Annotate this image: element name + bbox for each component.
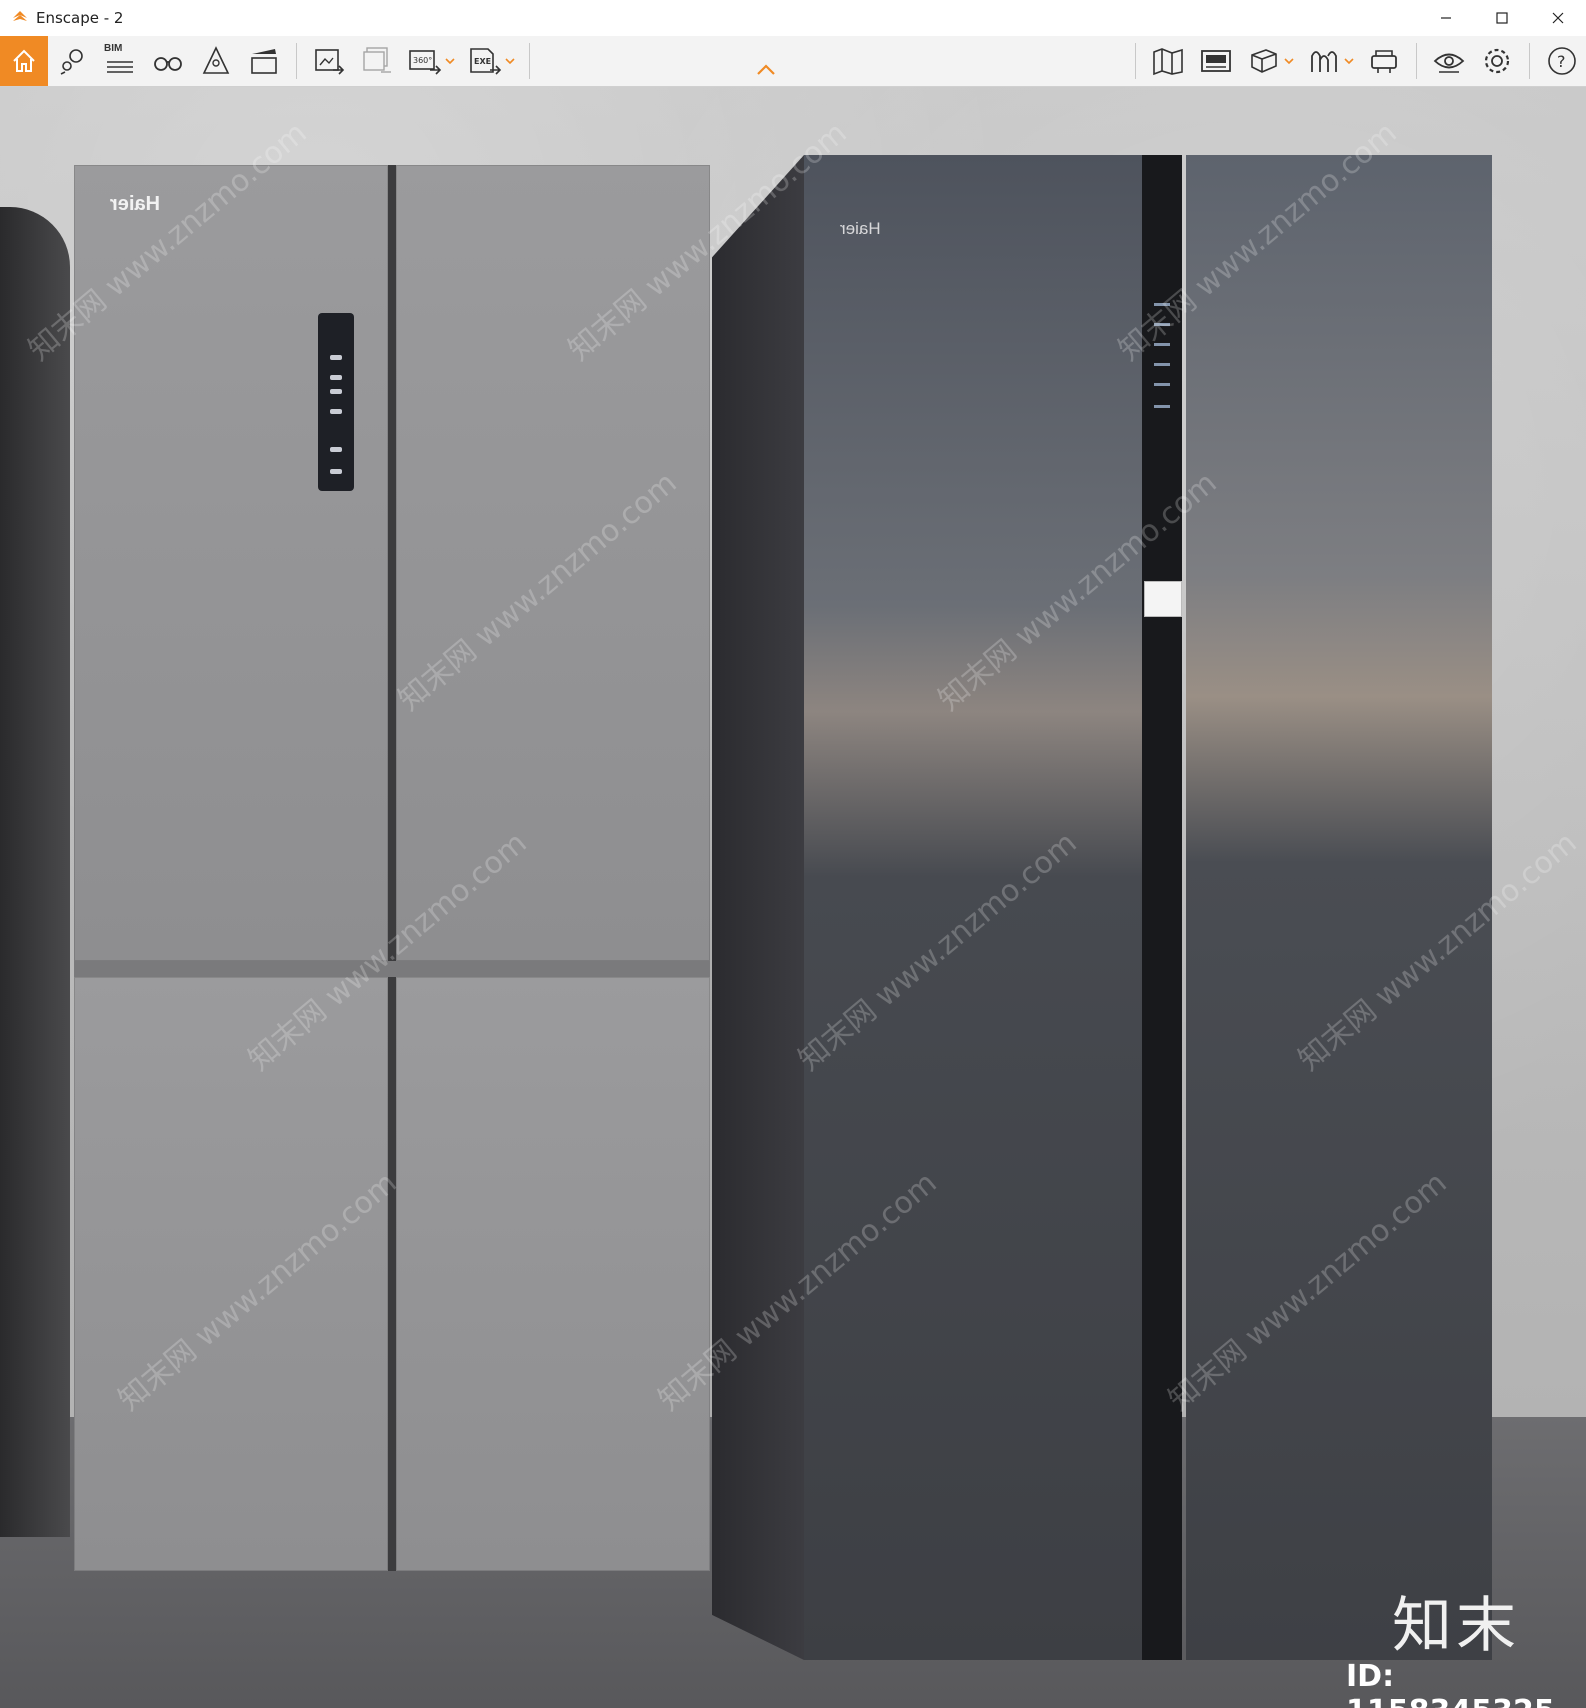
bim-label: BIM [104, 43, 123, 54]
asset-library-icon [202, 46, 230, 74]
view-panel-icon [1201, 50, 1231, 72]
settings-button[interactable] [1475, 39, 1519, 83]
panel-indicator [330, 375, 342, 380]
bim-button[interactable]: BIM [98, 39, 142, 83]
help-icon: ? [1548, 47, 1576, 75]
toolbar-separator [1529, 43, 1530, 79]
home-icon [13, 49, 35, 72]
views-button[interactable] [50, 39, 94, 83]
fridge-door-bottom-left [74, 977, 388, 1571]
left-object-shadow [0, 207, 70, 1537]
title-bar: Enscape - 2 [0, 0, 1586, 36]
home-button[interactable] [0, 36, 48, 86]
panel-indicator [1154, 323, 1170, 326]
exe-export-button[interactable]: EXE [463, 39, 507, 83]
window-controls [1418, 0, 1586, 36]
exe-export-icon: EXE [470, 48, 502, 75]
panel-indicator [330, 389, 342, 394]
fridge-control-panel [1148, 283, 1176, 423]
map-icon [1153, 48, 1183, 76]
window-title: Enscape - 2 [36, 9, 124, 27]
panorama-button[interactable]: 360° [403, 39, 447, 83]
svg-text:360°: 360° [413, 56, 432, 65]
close-button[interactable] [1530, 0, 1586, 36]
cube-icon [1251, 49, 1277, 73]
views-panel-button[interactable] [1194, 39, 1238, 83]
clapperboard-icon [251, 49, 277, 74]
material-icon [1311, 51, 1337, 72]
fridge-door-top-left [74, 165, 388, 961]
assets-button[interactable] [194, 39, 238, 83]
map-button[interactable] [1146, 39, 1190, 83]
fridge-door-bottom-right [396, 977, 710, 1571]
minimize-icon [1441, 17, 1451, 19]
fridge-side-panel [712, 155, 804, 1660]
panel-indicator [330, 447, 342, 452]
panel-indicator [330, 469, 342, 474]
energy-label-sticker [1144, 581, 1182, 617]
image-id-label: ID: 1158345325 [1346, 1659, 1555, 1708]
door-gap-horizontal [74, 961, 710, 977]
map-pin-icon [60, 49, 83, 75]
panel-indicator [1154, 303, 1170, 306]
door-gap-vertical [388, 165, 396, 1571]
binoculars-button[interactable] [146, 39, 190, 83]
panel-indicator [330, 409, 342, 414]
batch-export-button[interactable] [355, 39, 399, 83]
toolbar-separator [529, 43, 530, 79]
panel-indicator [1154, 343, 1170, 346]
panel-indicator [330, 355, 342, 360]
visual-settings-button[interactable] [1427, 39, 1471, 83]
toolbar: BIM 360° EXE ? [0, 36, 1586, 87]
fridge-door-left [804, 155, 1142, 1660]
panel-indicator [1154, 363, 1170, 366]
fridge-control-panel [318, 313, 354, 491]
chevron-up-icon [757, 64, 775, 75]
vr-headset-button[interactable] [1362, 39, 1406, 83]
panel-indicator [1154, 405, 1170, 408]
enscape-logo-icon [10, 8, 30, 28]
minimize-button[interactable] [1418, 0, 1474, 36]
maximize-button[interactable] [1474, 0, 1530, 36]
collapse-toolbar-button[interactable] [756, 64, 776, 76]
toolbar-spacer [538, 36, 1127, 86]
help-button[interactable]: ? [1540, 39, 1584, 83]
gear-icon [1484, 48, 1510, 74]
eye-icon [1433, 53, 1465, 73]
fridge-door-right [1186, 155, 1492, 1660]
render-viewport[interactable]: Haier Haier 知末网 www.znzmo.com 知末网 www.zn… [0, 87, 1586, 1708]
screenshot-button[interactable] [307, 39, 351, 83]
panorama-360-icon: 360° [409, 50, 442, 75]
batch-export-icon [363, 47, 391, 73]
material-editor-button[interactable] [1302, 39, 1346, 83]
side-by-side-fridge[interactable]: Haier [712, 155, 1492, 1660]
export-image-icon [315, 49, 345, 75]
fridge-brand-logo: Haier [840, 219, 881, 238]
fridge-brand-logo: Haier [110, 193, 161, 215]
maximize-icon [1496, 12, 1508, 24]
vr-headset-icon [1371, 50, 1397, 73]
svg-text:EXE: EXE [474, 57, 491, 66]
znzmo-logo: 知末 [1392, 1591, 1520, 1661]
toolbar-separator [296, 43, 297, 79]
toolbar-separator [1135, 43, 1136, 79]
video-editor-button[interactable] [242, 39, 286, 83]
panel-indicator [1154, 383, 1170, 386]
four-door-fridge[interactable]: Haier [74, 165, 710, 1657]
cube-button[interactable] [1242, 39, 1286, 83]
svg-text:?: ? [1557, 52, 1566, 71]
fridge-door-top-right [396, 165, 710, 961]
binoculars-icon [154, 57, 182, 71]
toolbar-separator [1416, 43, 1417, 79]
close-icon [1552, 12, 1564, 24]
